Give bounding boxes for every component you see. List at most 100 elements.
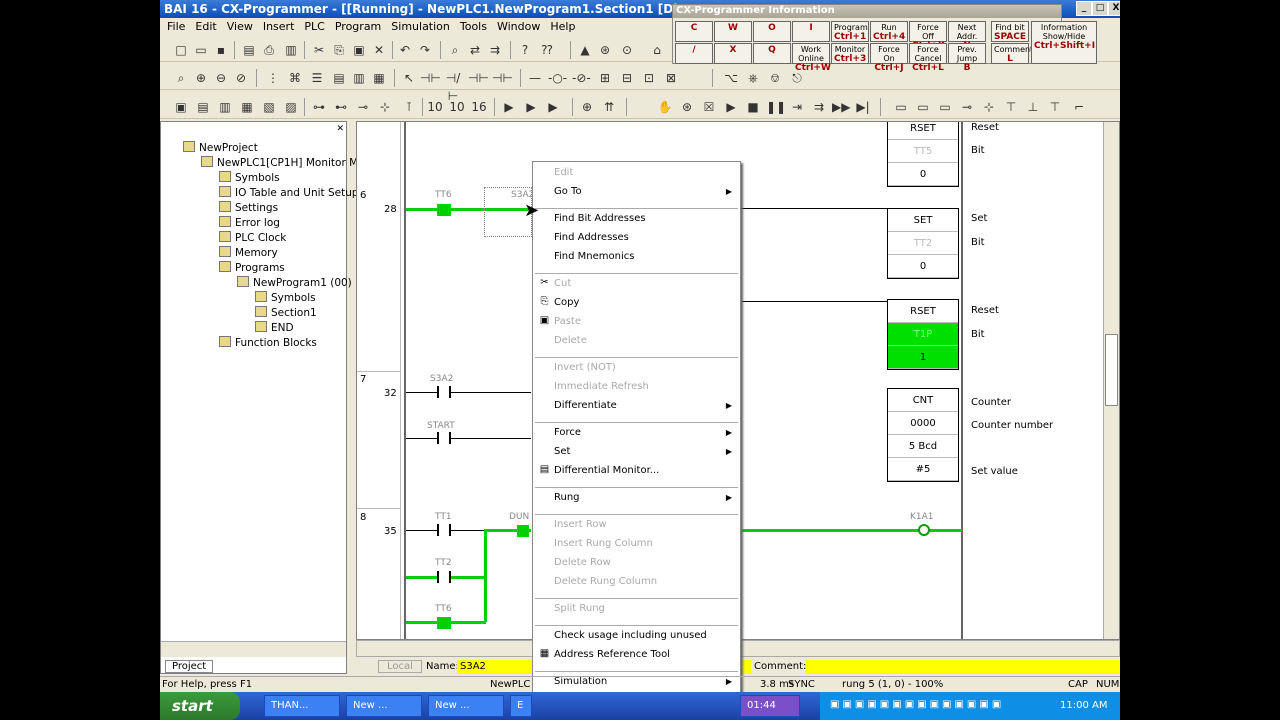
start-button[interactable]: start <box>160 692 240 720</box>
find-next-icon[interactable]: ⇉ <box>486 41 504 59</box>
new-or-closed-icon[interactable]: ⊣⊢ <box>492 69 513 87</box>
contact-tt2[interactable] <box>437 571 451 583</box>
coil-icon[interactable]: -○- <box>548 69 567 87</box>
print-preview-icon[interactable]: ▤ <box>240 41 258 59</box>
fb-tool8-icon[interactable]: ⊤ <box>1046 98 1064 116</box>
output-window-icon[interactable]: ▤ <box>194 98 212 116</box>
fb-tool7-icon[interactable]: ⊥ <box>1024 98 1042 116</box>
help-icon[interactable]: ? <box>516 41 534 59</box>
show-list-icon[interactable]: ☰ <box>308 69 326 87</box>
tree-item[interactable]: Section1 <box>255 306 317 319</box>
open-icon[interactable]: ▭ <box>192 41 210 59</box>
step-run-icon[interactable]: ⇥ <box>788 98 806 116</box>
mode3-icon[interactable]: ⊸ <box>354 98 372 116</box>
menu-tools[interactable]: Tools <box>455 18 492 35</box>
fb-tool2-icon[interactable]: ▭ <box>914 98 932 116</box>
tray-icons[interactable]: ▣▣▣▣▣▣▣▣▣▣▣▣▣▣ <box>830 699 1004 710</box>
set-block-tt2[interactable]: SET TT2 0 <box>887 208 959 279</box>
compile-all-icon[interactable]: ⎊ <box>766 69 784 87</box>
grid-icon[interactable]: ⋮ <box>264 69 282 87</box>
context-help-icon[interactable]: ⁇ <box>538 41 556 59</box>
zoom-icon[interactable]: ⌕ <box>172 69 190 87</box>
tree-item[interactable]: IO Table and Unit Setup <box>219 186 359 199</box>
cross-reference-icon[interactable]: ⎋ <box>788 69 806 87</box>
taskbar-item[interactable]: E <box>510 695 532 717</box>
recording-timer[interactable]: 01:44 <box>740 695 800 717</box>
triangle-icon[interactable]: ▲ <box>576 41 594 59</box>
select-icon[interactable]: ↖ <box>400 69 418 87</box>
copy-icon[interactable]: ⎘ <box>330 41 348 59</box>
taskbar-item[interactable]: New ... <box>428 695 504 717</box>
tree-item[interactable]: Programs <box>219 261 285 274</box>
scan-icon[interactable]: ▶| <box>854 98 872 116</box>
coil-k1a1[interactable] <box>918 524 930 536</box>
mode-icon[interactable]: ⊶ <box>310 98 328 116</box>
fb-tool3-icon[interactable]: ▭ <box>936 98 954 116</box>
tree-item[interactable]: Settings <box>219 201 278 214</box>
play-icon[interactable]: ▶ <box>722 98 740 116</box>
context-menu-item[interactable]: Force <box>554 427 581 438</box>
zoom-in-icon[interactable]: ⊕ <box>192 69 210 87</box>
context-menu-item[interactable]: Address Reference Tool <box>554 649 670 660</box>
context-menu-item[interactable]: Rung <box>554 492 580 503</box>
clock[interactable]: 11:00 AM <box>1060 700 1107 711</box>
fb-tool4-icon[interactable]: ⊸ <box>958 98 976 116</box>
step-over-icon[interactable]: ⇉ <box>810 98 828 116</box>
scrollbar-thumb[interactable] <box>1105 334 1118 406</box>
tree-item[interactable]: Function Blocks <box>219 336 317 349</box>
taskbar-item[interactable]: New ... <box>346 695 422 717</box>
continuous-step-icon[interactable]: ▶▶ <box>832 98 850 116</box>
local-tab[interactable]: Local <box>378 660 422 673</box>
menu-program[interactable]: Program <box>330 18 386 35</box>
cut-icon[interactable]: ✂ <box>310 41 328 59</box>
context-menu-item[interactable]: Find Bit Addresses <box>554 213 646 224</box>
fb-tool6-icon[interactable]: ⊤ <box>1002 98 1020 116</box>
menu-edit[interactable]: Edit <box>190 18 221 35</box>
new-contact-icon[interactable]: ⊣⊢ <box>420 69 441 87</box>
tree-item[interactable]: END <box>255 321 294 334</box>
tree-item[interactable]: PLC Clock <box>219 231 286 244</box>
program-check-icon[interactable]: ⌥ <box>722 69 740 87</box>
context-menu-item[interactable]: Differential Monitor... <box>554 465 659 476</box>
decimal-icon[interactable]: 10 <box>448 98 466 116</box>
transfer-to-plc-icon[interactable]: ⇈ <box>600 98 618 116</box>
print-icon[interactable]: ⎙ <box>260 41 278 59</box>
function-block-icon[interactable]: ⊡ <box>640 69 658 87</box>
menu-plc[interactable]: PLC <box>299 18 329 35</box>
closed-coil-icon[interactable]: -⊘- <box>572 69 591 87</box>
contact-tt1[interactable] <box>437 524 451 536</box>
mode2-icon[interactable]: ⊷ <box>332 98 350 116</box>
hand-icon[interactable]: ✋ <box>656 98 674 116</box>
tree-item[interactable]: Memory <box>219 246 278 259</box>
new-or-contact-icon[interactable]: ⊣⊢ <box>468 69 489 87</box>
tree-item[interactable]: NewProject <box>183 141 258 154</box>
transfer-icon[interactable]: ⊙ <box>618 41 636 59</box>
save-icon[interactable]: ▪ <box>212 41 230 59</box>
context-menu-item[interactable]: Differentiate <box>554 400 617 411</box>
watch-window-icon[interactable]: ▥ <box>216 98 234 116</box>
break-icon[interactable]: ⊛ <box>678 98 696 116</box>
fb-tool5-icon[interactable]: ⊹ <box>980 98 998 116</box>
counter-block[interactable]: CNT 0000 5 Bcd #5 <box>887 388 959 482</box>
menu-help[interactable]: Help <box>545 18 580 35</box>
undo-icon[interactable]: ↶ <box>396 41 414 59</box>
new-icon[interactable]: □ <box>172 41 190 59</box>
contact-tt6[interactable] <box>437 204 451 216</box>
delete-icon[interactable]: ✕ <box>370 41 388 59</box>
horizontal-line-icon[interactable]: — <box>526 69 544 87</box>
memory-icon[interactable]: ▨ <box>282 98 300 116</box>
project-tab[interactable]: Project <box>165 660 214 673</box>
tree-item[interactable]: Symbols <box>255 291 316 304</box>
tree-item[interactable]: Error log <box>219 216 280 229</box>
redo-icon[interactable]: ↷ <box>416 41 434 59</box>
step-in-icon[interactable]: ▶ <box>522 98 540 116</box>
paste-icon[interactable]: ▣ <box>350 41 368 59</box>
binary-icon[interactable]: 10 <box>426 98 444 116</box>
vertical-scrollbar[interactable] <box>1103 122 1119 639</box>
context-menu-item[interactable]: Go To <box>554 186 582 197</box>
context-menu-item[interactable]: Check usage including unused <box>554 630 707 641</box>
find-icon[interactable]: ⌕ <box>446 41 464 59</box>
address-reference-icon[interactable]: ▦ <box>238 98 256 116</box>
plc-info-icon[interactable]: ⌂ <box>648 41 666 59</box>
tree-item[interactable]: NewProgram1 (00) F <box>237 276 361 289</box>
